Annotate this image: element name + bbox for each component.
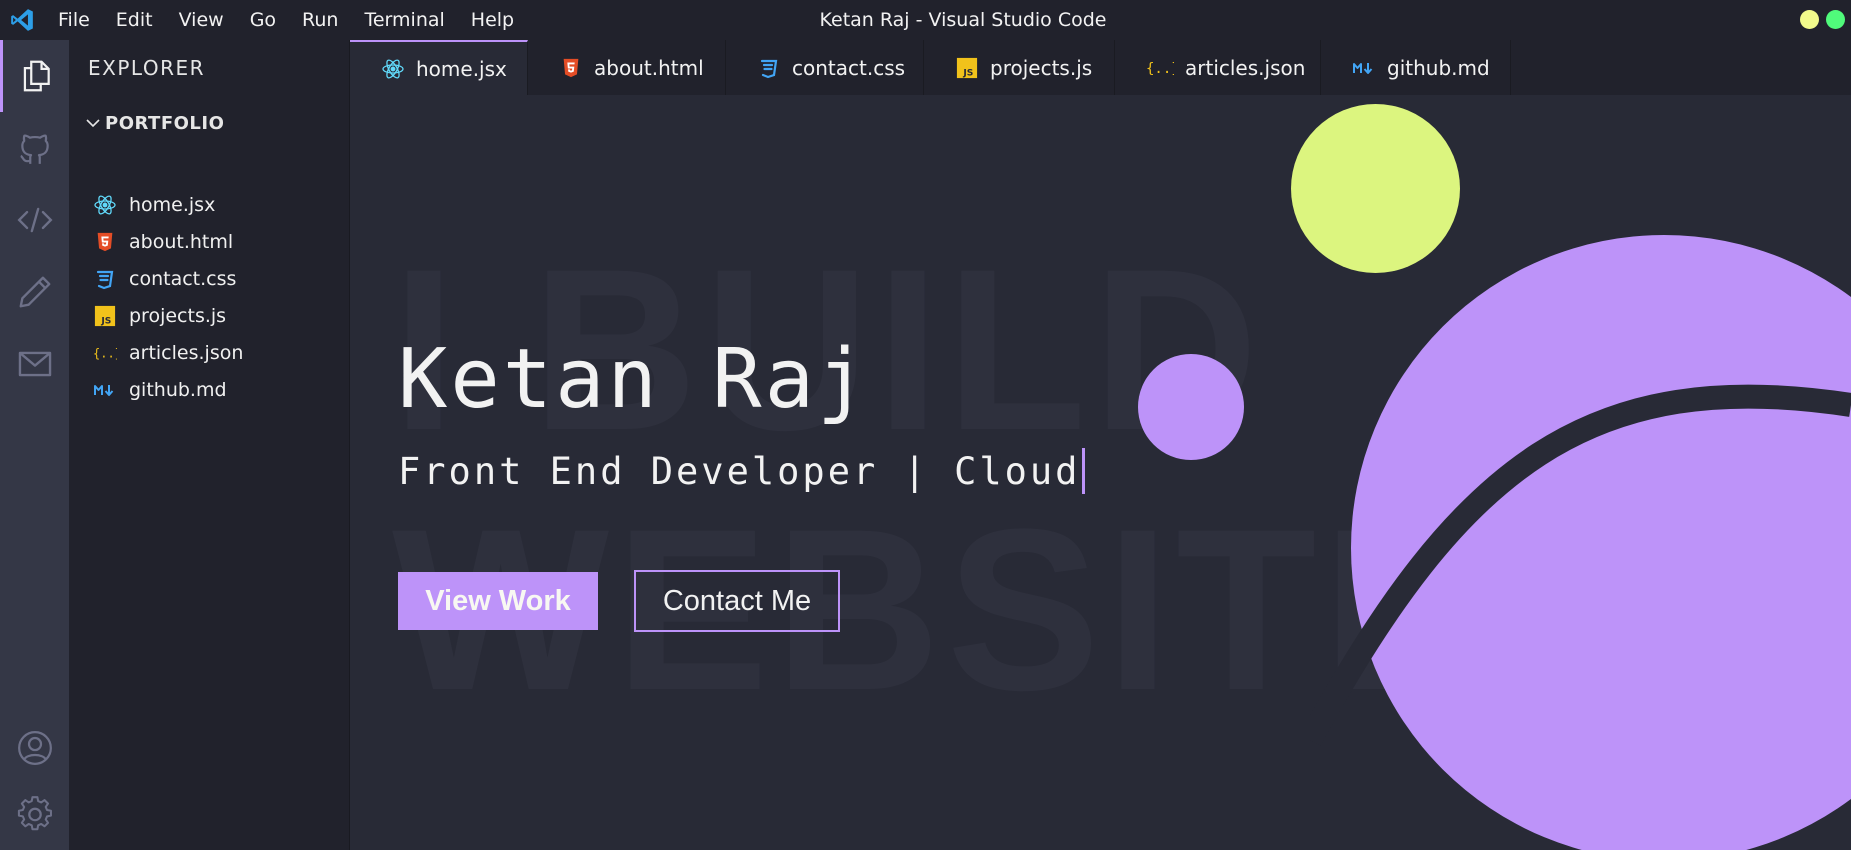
file-item-contact[interactable]: contact.css: [93, 264, 236, 294]
tab-github[interactable]: github.md: [1321, 40, 1511, 95]
folder-name: PORTFOLIO: [105, 112, 225, 134]
svg-text:JS: JS: [962, 67, 973, 78]
activity-mail[interactable]: [0, 328, 69, 400]
file-label: projects.js: [129, 305, 227, 327]
file-label: github.md: [129, 379, 227, 401]
maximize-button[interactable]: [1826, 10, 1845, 29]
decorative-purple-circle: [1138, 354, 1244, 460]
activity-edit[interactable]: [0, 256, 69, 328]
html5-icon: [93, 230, 117, 254]
react-icon: [93, 193, 117, 217]
file-item-about[interactable]: about.html: [93, 227, 233, 257]
svg-text:{..}: {..}: [93, 346, 117, 360]
menu-edit[interactable]: Edit: [103, 0, 166, 40]
activity-explorer[interactable]: [0, 40, 69, 112]
json-icon: {..}: [1145, 55, 1175, 81]
svg-text:{..}: {..}: [1146, 61, 1174, 77]
tab-projects[interactable]: JS projects.js: [924, 40, 1115, 95]
explorer-sidebar: EXPLORER PORTFOLIO home.jsx about.html c…: [69, 40, 350, 850]
tab-contact[interactable]: contact.css: [726, 40, 924, 95]
activity-code[interactable]: [0, 184, 69, 256]
minimize-button[interactable]: [1800, 10, 1819, 29]
json-icon: {..}: [93, 341, 117, 365]
explorer-title: EXPLORER: [88, 56, 205, 80]
menu-terminal[interactable]: Terminal: [351, 0, 457, 40]
markdown-icon: [93, 378, 117, 402]
file-label: about.html: [129, 231, 234, 253]
tab-label: about.html: [594, 55, 704, 80]
hero-subtitle: Front End Developer | Cloud: [398, 447, 1086, 494]
gear-icon: [17, 796, 52, 831]
github-icon: [19, 134, 49, 164]
menu-run[interactable]: Run: [289, 0, 351, 40]
vscode-logo-icon: [11, 9, 33, 31]
activity-account[interactable]: [0, 712, 69, 784]
tab-bar: home.jsx about.html contact.css JS proje…: [350, 40, 1851, 95]
react-icon: [380, 56, 406, 82]
tab-label: home.jsx: [416, 56, 507, 81]
hero-name: Ketan Raj: [398, 332, 870, 427]
tab-label: articles.json: [1185, 55, 1306, 80]
tab-articles[interactable]: {..} articles.json: [1115, 40, 1321, 95]
file-item-home[interactable]: home.jsx: [93, 190, 215, 220]
activity-bar: [0, 40, 69, 850]
file-label: contact.css: [129, 268, 237, 290]
markdown-icon: [1351, 55, 1377, 81]
html5-icon: [558, 55, 584, 81]
files-icon: [23, 60, 50, 92]
javascript-icon: JS: [93, 304, 117, 328]
hero-subtitle-text: Front End Developer | Cloud: [398, 450, 1081, 493]
editor-area: I BUILD WEBSITES Ketan Raj Front End Dev…: [350, 95, 1851, 850]
account-icon: [17, 731, 52, 765]
tab-home[interactable]: home.jsx: [350, 40, 528, 95]
javascript-icon: JS: [954, 55, 980, 81]
file-item-github[interactable]: github.md: [93, 375, 227, 405]
file-item-articles[interactable]: {..} articles.json: [93, 338, 243, 368]
css3-icon: [756, 55, 782, 81]
typing-cursor: [1082, 447, 1086, 494]
chevron-down-icon: [86, 119, 100, 128]
tab-about[interactable]: about.html: [528, 40, 726, 95]
code-icon: [16, 207, 53, 233]
menu-file[interactable]: File: [45, 0, 103, 40]
folder-portfolio[interactable]: PORTFOLIO: [83, 110, 224, 136]
tab-label: projects.js: [990, 55, 1093, 80]
tab-label: github.md: [1387, 55, 1490, 80]
menu-help[interactable]: Help: [458, 0, 527, 40]
menu-go[interactable]: Go: [237, 0, 289, 40]
view-work-button[interactable]: View Work: [398, 572, 598, 630]
css3-icon: [93, 267, 117, 291]
contact-me-button[interactable]: Contact Me: [634, 570, 840, 632]
title-bar: File Edit View Go Run Terminal Help Keta…: [0, 0, 1851, 40]
menu-view[interactable]: View: [166, 0, 237, 40]
tab-label: contact.css: [792, 55, 906, 80]
file-item-projects[interactable]: JS projects.js: [93, 301, 226, 331]
mail-icon: [18, 351, 51, 377]
decorative-planet-shape: [1310, 235, 1851, 850]
activity-github[interactable]: [0, 112, 69, 184]
svg-text:JS: JS: [100, 315, 111, 326]
file-label: articles.json: [129, 342, 244, 364]
file-label: home.jsx: [129, 194, 216, 216]
menu-bar: File Edit View Go Run Terminal Help: [45, 0, 527, 40]
pencil-icon: [19, 276, 50, 308]
activity-settings[interactable]: [0, 778, 69, 850]
